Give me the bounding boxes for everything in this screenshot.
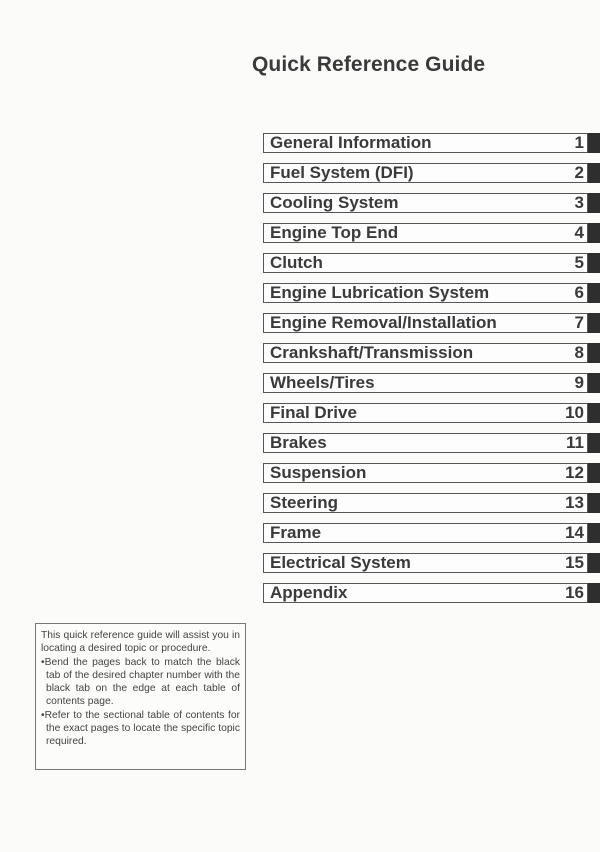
chapter-tab-14 — [588, 523, 600, 543]
chapter-tab-15 — [588, 553, 600, 573]
chapter-row-2[interactable]: Fuel System (DFI) 2 — [263, 163, 600, 183]
chapter-number: 7 — [574, 313, 584, 332]
chapter-label: Wheels/Tires — [270, 373, 375, 392]
note-intro: This quick reference guide will assist y… — [41, 630, 240, 655]
chapter-list: General Information 1 Fuel System (DFI) 2 … — [263, 133, 600, 613]
chapter-row-16[interactable]: Appendix 16 — [263, 583, 600, 603]
chapter-label: Suspension — [270, 463, 367, 482]
chapter-label: Engine Removal/Installation — [270, 313, 497, 332]
note-bullet: •Bend the pages back to match the black … — [41, 656, 240, 708]
chapter-number: 13 — [565, 493, 584, 512]
chapter-row-15[interactable]: Electrical System 15 — [263, 553, 600, 573]
chapter-tab-12 — [588, 463, 600, 483]
chapter-number: 8 — [574, 343, 584, 362]
chapter-number: 10 — [565, 403, 584, 422]
chapter-row-7[interactable]: Engine Removal/Installation 7 — [263, 313, 600, 333]
note-bullet: •Refer to the sectional table of content… — [41, 709, 240, 748]
chapter-label: Fuel System (DFI) — [270, 163, 414, 182]
chapter-row-10[interactable]: Final Drive 10 — [263, 403, 600, 423]
usage-note-box: This quick reference guide will assist y… — [35, 623, 246, 770]
chapter-tab-5 — [588, 253, 600, 273]
chapter-number: 11 — [566, 433, 584, 452]
chapter-number: 1 — [574, 133, 584, 152]
chapter-label: Engine Lubrication System — [270, 283, 490, 302]
chapter-row-12[interactable]: Suspension 12 — [263, 463, 600, 483]
chapter-tab-16 — [588, 583, 600, 603]
chapter-label: Clutch — [270, 253, 323, 272]
chapter-row-14[interactable]: Frame 14 — [263, 523, 600, 543]
chapter-number: 4 — [574, 223, 584, 242]
chapter-number: 6 — [574, 283, 584, 302]
chapter-number: 12 — [565, 463, 584, 482]
chapter-label: Frame — [270, 523, 322, 542]
chapter-number: 5 — [574, 253, 584, 272]
chapter-tab-1 — [588, 133, 600, 153]
chapter-row-13[interactable]: Steering 13 — [263, 493, 600, 513]
chapter-row-11[interactable]: Brakes 11 — [263, 433, 600, 453]
chapter-number: 3 — [574, 193, 584, 212]
chapter-number: 16 — [565, 583, 584, 602]
chapter-row-1[interactable]: General Information 1 — [263, 133, 600, 153]
chapter-label: Brakes — [270, 433, 327, 452]
chapter-row-4[interactable]: Engine Top End 4 — [263, 223, 600, 243]
chapter-label: Final Drive — [270, 403, 357, 422]
chapter-label: Electrical System — [270, 553, 411, 572]
page-title: Quick Reference Guide — [252, 53, 486, 76]
chapter-tab-2 — [588, 163, 600, 183]
chapter-tab-9 — [588, 373, 600, 393]
chapter-tab-13 — [588, 493, 600, 513]
chapter-tab-10 — [588, 403, 600, 423]
chapter-row-5[interactable]: Clutch 5 — [263, 253, 600, 273]
chapter-label: General Information — [270, 133, 432, 152]
chapter-tab-7 — [588, 313, 600, 333]
chapter-tab-6 — [588, 283, 600, 303]
chapter-number: 2 — [574, 163, 584, 182]
chapter-label: Crankshaft/Transmission — [270, 343, 474, 362]
chapter-label: Engine Top End — [270, 223, 399, 242]
chapter-row-9[interactable]: Wheels/Tires 9 — [263, 373, 600, 393]
chapter-row-3[interactable]: Cooling System 3 — [263, 193, 600, 213]
chapter-number: 9 — [574, 373, 584, 392]
chapter-label: Appendix — [270, 583, 348, 602]
chapter-label: Steering — [270, 493, 339, 512]
chapter-tab-11 — [588, 433, 600, 453]
chapter-tab-3 — [588, 193, 600, 213]
chapter-number: 14 — [565, 523, 584, 542]
chapter-tab-4 — [588, 223, 600, 243]
chapter-row-8[interactable]: Crankshaft/Transmission 8 — [263, 343, 600, 363]
chapter-row-6[interactable]: Engine Lubrication System 6 — [263, 283, 600, 303]
chapter-number: 15 — [565, 553, 584, 572]
chapter-label: Cooling System — [270, 193, 399, 212]
chapter-tab-8 — [588, 343, 600, 363]
